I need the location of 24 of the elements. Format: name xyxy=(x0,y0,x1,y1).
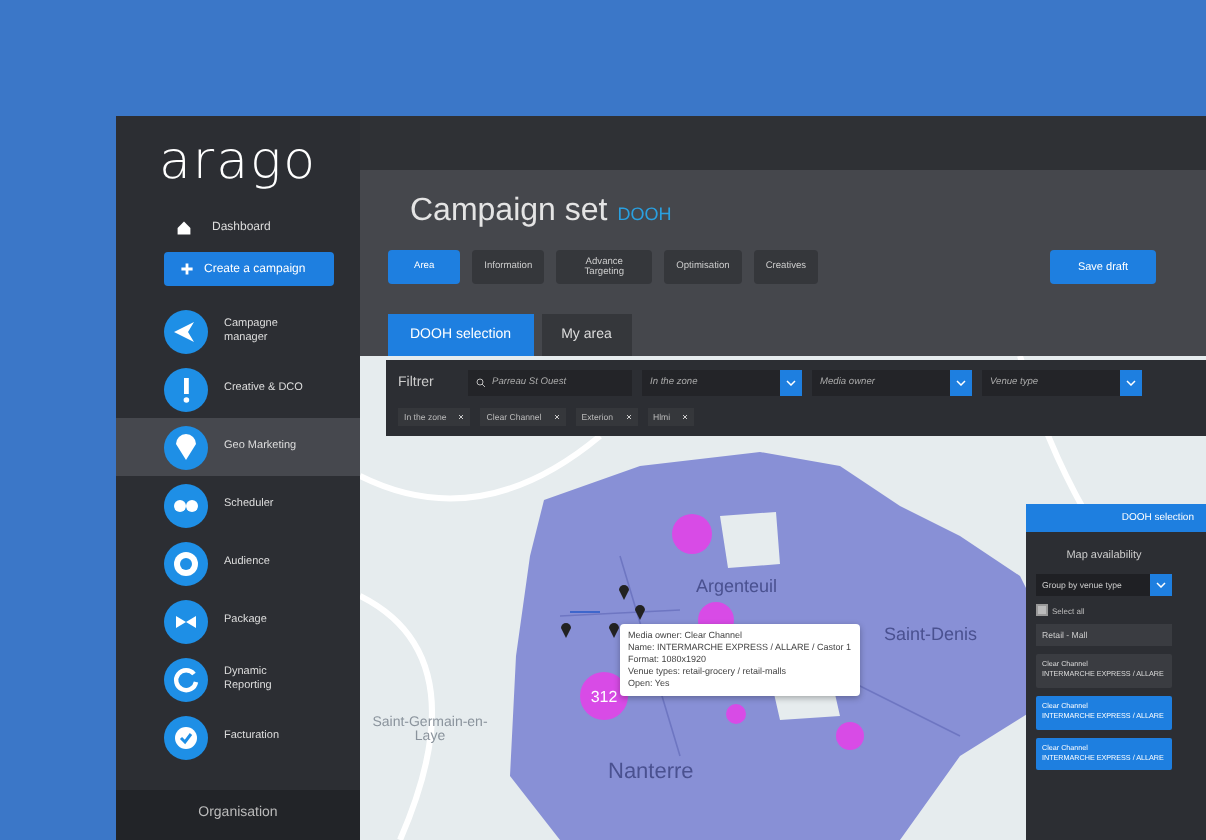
target-icon xyxy=(164,541,208,585)
page-subtitle: DOOH xyxy=(617,204,672,224)
remove-icon xyxy=(553,414,560,420)
caret-icon xyxy=(786,380,796,386)
remove-icon xyxy=(458,414,465,420)
pin-icon xyxy=(164,425,208,469)
plus-icon xyxy=(180,262,194,276)
caret-icon xyxy=(1126,380,1136,386)
exclamation-icon xyxy=(164,367,208,411)
home-icon xyxy=(176,220,192,236)
logo-text: arago xyxy=(156,130,320,196)
place-label: Nanterre xyxy=(608,760,694,784)
place-label: Saint-Denis xyxy=(884,624,978,644)
refresh-icon xyxy=(164,657,208,701)
caret-icon xyxy=(956,380,966,386)
toggle-icon xyxy=(164,483,208,527)
remove-icon xyxy=(625,414,631,420)
remove-icon xyxy=(682,414,689,420)
page-title: Campaign set xyxy=(410,194,608,230)
search-icon xyxy=(476,378,486,388)
caret-icon xyxy=(1156,582,1166,588)
place-label: Argenteuil xyxy=(696,576,778,596)
checkbox[interactable] xyxy=(1036,604,1048,616)
check-icon xyxy=(164,715,208,759)
